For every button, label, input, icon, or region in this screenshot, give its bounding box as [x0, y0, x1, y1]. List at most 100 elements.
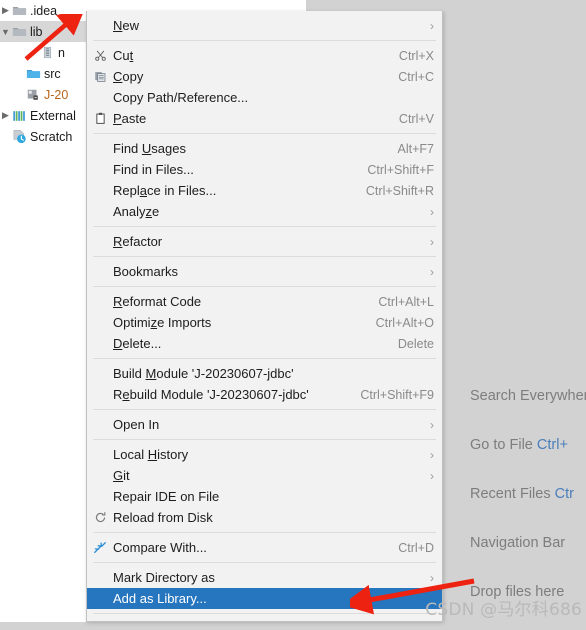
- menu-item-build-module-j-20230607-jdbc[interactable]: Build Module 'J-20230607-jdbc': [87, 363, 442, 384]
- chevron-right-icon: ›: [430, 234, 434, 249]
- menu-item-label: Mark Directory as: [113, 570, 215, 585]
- chevron-right-icon: ›: [430, 417, 434, 432]
- menu-item-label: Repair IDE on File: [113, 489, 220, 504]
- editor-hint-shortcut: Ctr: [554, 486, 574, 502]
- menu-separator: [93, 409, 436, 410]
- tree-node-label: n: [58, 45, 65, 60]
- menu-item-cut[interactable]: Cut Ctrl+X: [87, 45, 442, 66]
- menu-item-add-as-library[interactable]: Add as Library...: [87, 588, 442, 609]
- menu-item-label: Analyze: [113, 204, 160, 219]
- chevron-down-icon[interactable]: ▼: [0, 27, 11, 37]
- menu-icon-placeholder: [91, 447, 109, 463]
- menu-item-copy-path-reference[interactable]: Copy Path/Reference...: [87, 87, 442, 108]
- menu-icon-placeholder: [91, 468, 109, 484]
- menu-item-reload-from-disk[interactable]: Reload from Disk: [87, 507, 442, 528]
- menu-item-shortcut: Ctrl+C: [398, 69, 434, 84]
- editor-hint-row: Navigation Bar: [470, 532, 586, 581]
- tree-node-src[interactable]: src: [0, 63, 86, 84]
- project-tool-window[interactable]: ▶ .idea ▼ lib n src J-20 ▶ External Scratch: [0, 0, 87, 622]
- menu-separator: [93, 286, 436, 287]
- tree-node-external[interactable]: ▶ External: [0, 105, 86, 126]
- menu-icon-placeholder: [91, 90, 109, 106]
- menu-item-repair-ide-on-file[interactable]: Repair IDE on File: [87, 486, 442, 507]
- menu-item-reformat-code[interactable]: Reformat Code Ctrl+Alt+L: [87, 291, 442, 312]
- menu-icon-placeholder: [91, 162, 109, 178]
- tree-node-j-20[interactable]: J-20: [0, 84, 86, 105]
- csdn-watermark: CSDN @马尔科686: [425, 600, 582, 620]
- module-file-icon: [25, 87, 41, 103]
- tree-node-n[interactable]: n: [0, 42, 86, 63]
- menu-item-paste[interactable]: Paste Ctrl+V: [87, 108, 442, 129]
- menu-item-label: Rebuild Module 'J-20230607-jdbc': [113, 387, 309, 402]
- menu-separator: [93, 40, 436, 41]
- menu-item-label: Optimize Imports: [113, 315, 212, 330]
- menu-item-bookmarks[interactable]: Bookmarks ›: [87, 261, 442, 282]
- menu-separator: [93, 439, 436, 440]
- chevron-right-icon: ›: [430, 264, 434, 279]
- menu-item-delete[interactable]: Delete... Delete: [87, 333, 442, 354]
- menu-item-label: Reformat Code: [113, 294, 202, 309]
- reload-icon: [91, 510, 109, 526]
- menu-item-shortcut: Ctrl+X: [398, 48, 434, 63]
- menu-item-label: Copy Path/Reference...: [113, 90, 249, 105]
- clipboard-icon: [91, 111, 109, 127]
- tree-node--idea[interactable]: ▶ .idea: [0, 0, 86, 21]
- menu-item-label: Add as Library...: [113, 591, 207, 606]
- folder-blue-icon: [25, 66, 41, 82]
- menu-icon-placeholder: [91, 591, 109, 607]
- menu-item-shortcut: Ctrl+Alt+O: [375, 315, 434, 330]
- menu-item-copy[interactable]: Copy Ctrl+C: [87, 66, 442, 87]
- menu-item-rebuild-module-j-20230607-jdbc[interactable]: Rebuild Module 'J-20230607-jdbc' Ctrl+Shi…: [87, 384, 442, 405]
- tree-node-lib[interactable]: ▼ lib: [0, 21, 86, 42]
- menu-icon-placeholder: [91, 417, 109, 433]
- menu-separator: [93, 226, 436, 227]
- copy-icon: [91, 69, 109, 85]
- menu-icon-placeholder: [91, 315, 109, 331]
- editor-hint-label: Recent Files: [470, 486, 551, 502]
- editor-hint-label: Search Everywhere: [470, 388, 586, 404]
- jar-file-icon: [39, 45, 55, 61]
- menu-item-label: Git: [113, 468, 130, 483]
- chevron-right-icon: ›: [430, 204, 434, 219]
- menu-item-shortcut: Ctrl+Shift+F: [367, 162, 434, 177]
- menu-icon-placeholder: [91, 489, 109, 505]
- editor-hint-row: Search Everywhere: [470, 385, 586, 434]
- menu-item-find-usages[interactable]: Find Usages Alt+F7: [87, 138, 442, 159]
- compare-icon: [91, 540, 109, 556]
- menu-item-new[interactable]: New ›: [87, 15, 442, 36]
- editor-hint-row: Go to File Ctrl+: [470, 434, 586, 483]
- menu-item-open-in[interactable]: Open In ›: [87, 414, 442, 435]
- menu-item-git[interactable]: Git ›: [87, 465, 442, 486]
- menu-item-label: Find Usages: [113, 141, 186, 156]
- menu-item-shortcut: Ctrl+V: [398, 111, 434, 126]
- menu-item-label: New: [113, 18, 140, 33]
- menu-icon-placeholder: [91, 294, 109, 310]
- chevron-right-icon[interactable]: ▶: [0, 5, 11, 16]
- menu-separator: [93, 532, 436, 533]
- menu-icon-placeholder: [91, 336, 109, 352]
- menu-item-refactor[interactable]: Refactor ›: [87, 231, 442, 252]
- chevron-right-icon: ›: [430, 447, 434, 462]
- editor-hint-row: Recent Files Ctr: [470, 483, 586, 532]
- file-context-menu[interactable]: New › Cut Ctrl+X Copy Ctrl+C Copy Path/Referen…: [86, 11, 443, 622]
- menu-item-mark-directory-as[interactable]: Mark Directory as ›: [87, 567, 442, 588]
- menu-separator: [93, 256, 436, 257]
- menu-item-convert-java-file-to-kotlin-file[interactable]: Convert Java File to Kotlin FileCtrl+Alt…: [87, 618, 442, 621]
- menu-item-label: Bookmarks: [113, 264, 179, 279]
- menu-item-compare-with[interactable]: Compare With... Ctrl+D: [87, 537, 442, 558]
- menu-icon-placeholder: [91, 366, 109, 382]
- menu-item-label: Open In: [113, 417, 160, 432]
- menu-icon-placeholder: [91, 141, 109, 157]
- tree-node-scratch[interactable]: Scratch: [0, 126, 86, 147]
- scratches-icon: [11, 129, 27, 145]
- chevron-right-icon[interactable]: ▶: [0, 110, 11, 121]
- menu-item-optimize-imports[interactable]: Optimize Imports Ctrl+Alt+O: [87, 312, 442, 333]
- menu-item-find-in-files[interactable]: Find in Files... Ctrl+Shift+F: [87, 159, 442, 180]
- menu-item-analyze[interactable]: Analyze ›: [87, 201, 442, 222]
- menu-item-replace-in-files[interactable]: Replace in Files... Ctrl+Shift+R: [87, 180, 442, 201]
- menu-icon-placeholder: [91, 387, 109, 403]
- menu-item-shortcut: Ctrl+Alt+L: [378, 294, 434, 309]
- menu-icon-placeholder: [91, 204, 109, 220]
- scissors-icon: [91, 48, 109, 64]
- menu-item-local-history[interactable]: Local History ›: [87, 444, 442, 465]
